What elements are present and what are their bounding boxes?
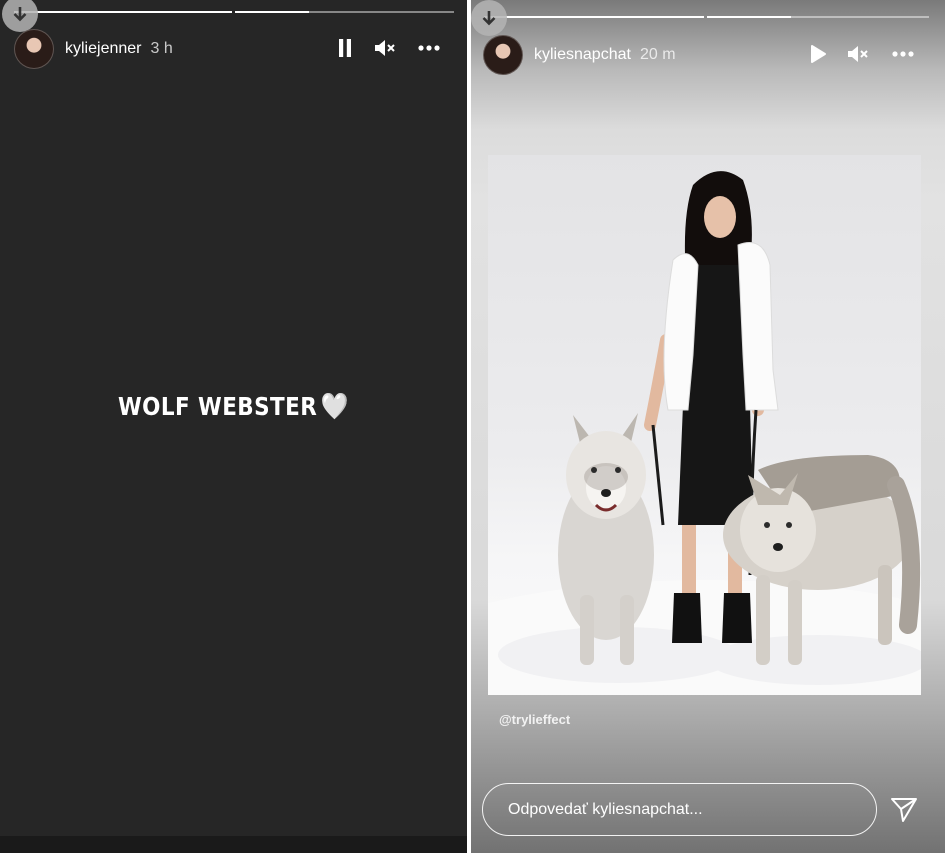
send-icon [891,798,917,822]
download-button[interactable] [2,0,38,32]
progress-fill [14,11,232,13]
download-icon [13,7,27,22]
progress-segment-1 [14,11,232,13]
story-viewer-left[interactable]: kyliejenner 3 h WOLF WEBSTER 🤍 [0,0,467,836]
play-button[interactable] [807,43,829,65]
muted-speaker-icon [375,40,395,56]
photo-credit: @trylieffect [499,712,571,727]
progress-fill [235,11,310,13]
more-options-icon [418,45,440,51]
story-header: kyliejenner 3 h [14,29,173,69]
progress-segment-2 [235,11,454,13]
username[interactable]: kyliejenner [65,40,141,58]
more-options-button[interactable] [416,38,442,58]
muted-speaker-icon [848,46,868,62]
story-progress-bar [484,16,929,18]
woman-with-wolves-photo [488,171,921,695]
progress-fill [707,16,792,18]
story-photo [488,155,921,695]
story-text: WOLF WEBSTER 🤍 [33,392,435,422]
progress-fill [484,16,704,18]
pause-icon [339,39,351,57]
reply-input[interactable]: Odpovedať kyliesnapchat... [482,783,877,836]
story-viewer-right[interactable]: kyliesnapchat 20 m @trylieffect Odpoveda… [471,0,945,853]
left-story-footer [0,836,467,853]
play-icon [811,45,826,63]
heart-emoji: 🤍 [320,392,349,422]
mute-button[interactable] [845,42,871,66]
download-icon [482,11,496,26]
avatar[interactable] [483,35,523,75]
story-caption: WOLF WEBSTER [118,392,318,421]
progress-segment-1 [484,16,704,18]
timestamp: 20 m [639,46,676,63]
progress-segment-2 [707,16,929,18]
download-button[interactable] [471,0,507,36]
mute-button[interactable] [372,36,398,60]
username[interactable]: kyliesnapchat [534,46,631,64]
story-progress-bar [14,11,454,13]
pause-button[interactable] [334,37,356,59]
reply-placeholder: Odpovedať kyliesnapchat... [508,800,703,818]
more-options-icon [892,51,914,57]
timestamp: 3 h [150,40,173,57]
story-header: kyliesnapchat 20 m [483,35,676,75]
avatar[interactable] [14,29,54,69]
send-button[interactable] [889,796,919,824]
more-options-button[interactable] [890,44,916,64]
